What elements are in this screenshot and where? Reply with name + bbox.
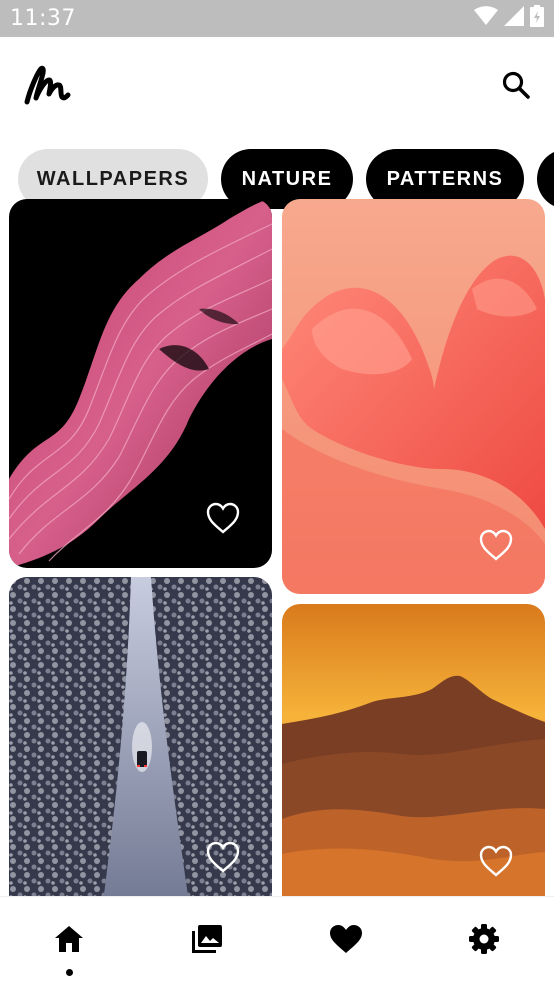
wallpaper-card-pink-waves[interactable]: [9, 199, 272, 568]
status-icons: [474, 5, 544, 32]
settings-icon: [468, 923, 500, 960]
nav-favorites[interactable]: [321, 921, 371, 961]
status-bar: 11:37: [0, 0, 554, 37]
home-icon: [53, 924, 85, 959]
nav-home[interactable]: [44, 921, 94, 961]
favorites-icon: [329, 924, 363, 959]
heart-outline-icon[interactable]: [205, 840, 241, 874]
wallpaper-card-snowy-forest-road[interactable]: [9, 577, 272, 896]
heart-outline-icon[interactable]: [478, 528, 514, 562]
heart-outline-icon[interactable]: [478, 844, 514, 878]
battery-icon: [530, 5, 544, 32]
chip-label: PATTERNS: [386, 167, 504, 190]
status-time: 11:37: [10, 6, 76, 31]
search-icon: [501, 70, 531, 105]
gallery-icon: [190, 923, 224, 960]
nav-settings[interactable]: [459, 921, 509, 961]
wallpaper-card-mountain-sunset[interactable]: [282, 604, 545, 896]
signal-icon: [504, 6, 524, 31]
signature-logo-icon: [22, 64, 72, 108]
wallpaper-grid: [0, 199, 554, 896]
chip-label: NATURE: [241, 167, 333, 190]
wallpaper-card-coral-ribbon[interactable]: [282, 199, 545, 594]
active-indicator: [66, 969, 73, 976]
app-bar: [0, 37, 554, 137]
wifi-icon: [474, 6, 498, 31]
heart-outline-icon[interactable]: [205, 501, 241, 535]
chip-label: WALLPAPERS: [36, 167, 190, 190]
nav-gallery[interactable]: [182, 921, 232, 961]
bottom-navigation: [0, 896, 554, 985]
search-button[interactable]: [496, 67, 536, 107]
